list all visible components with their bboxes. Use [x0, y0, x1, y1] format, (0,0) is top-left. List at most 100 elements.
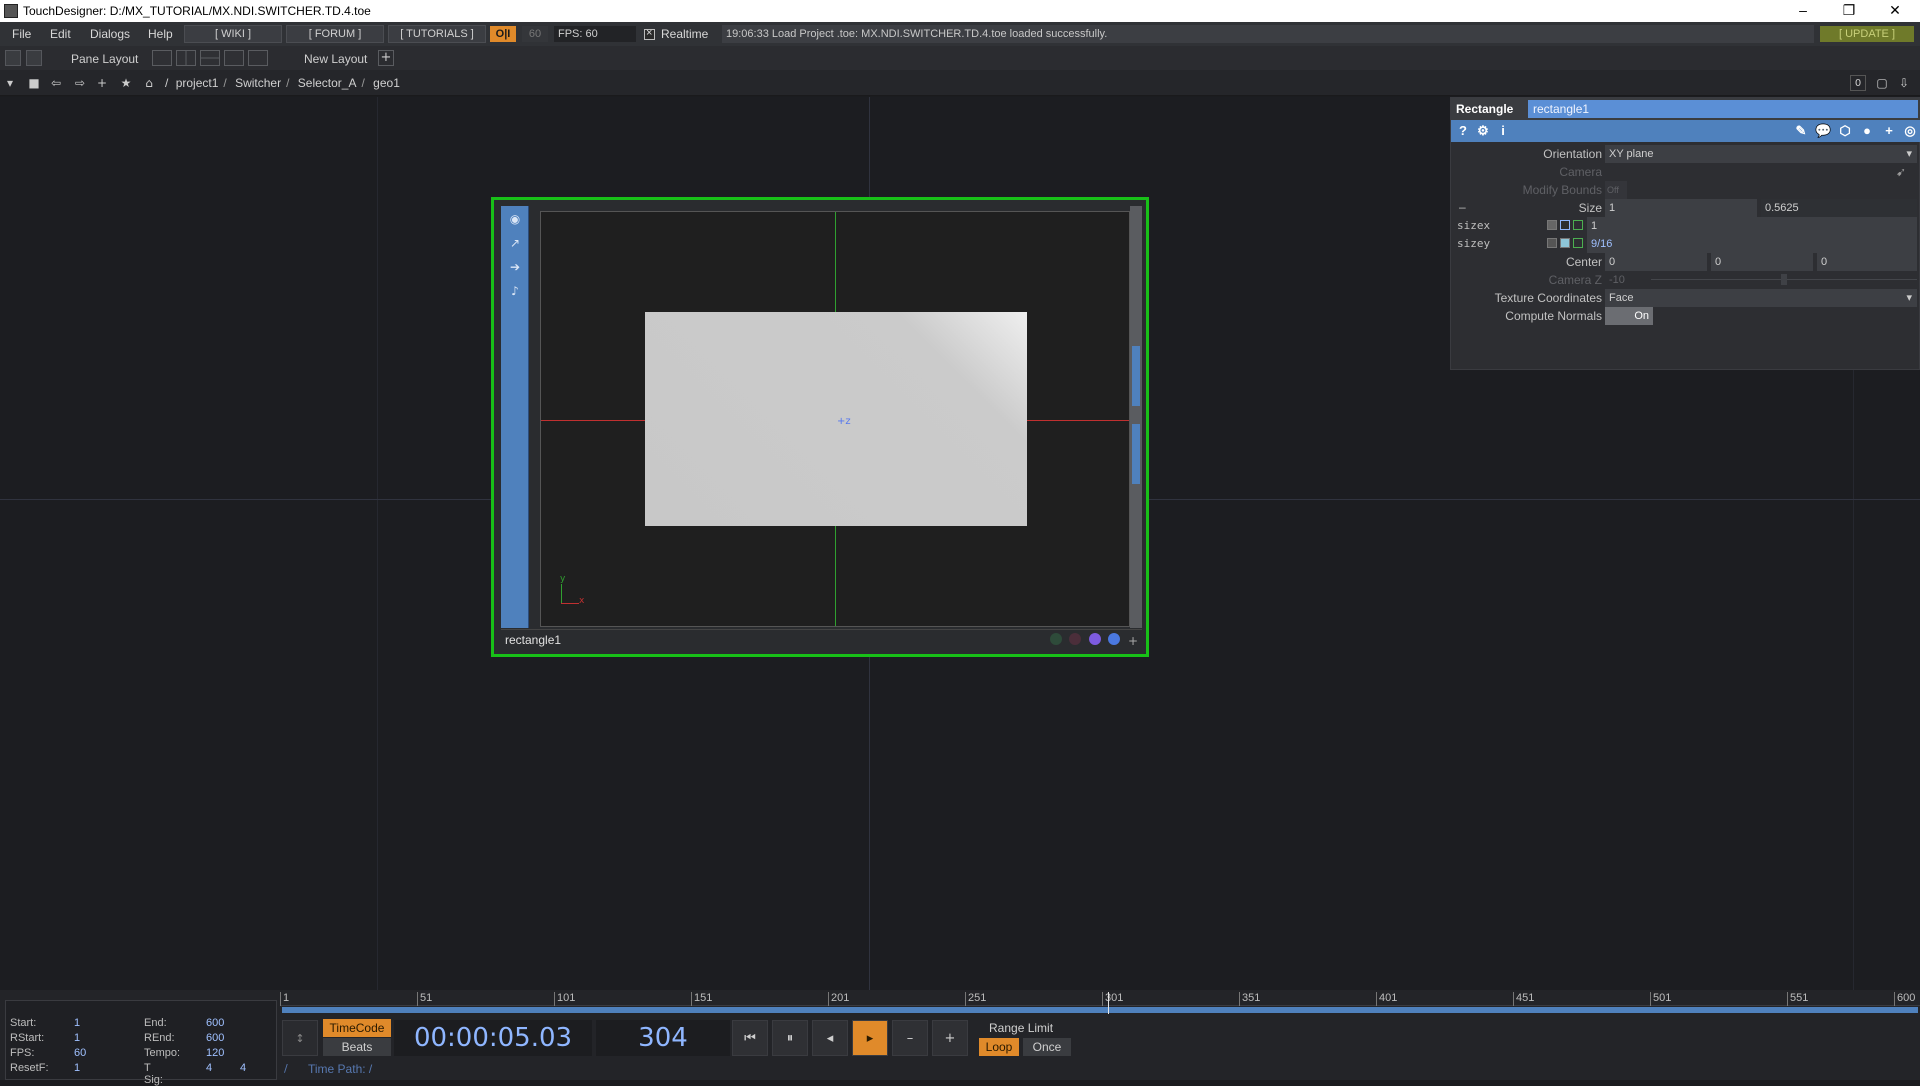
op-name-field[interactable]: rectangle1: [1528, 100, 1918, 118]
viewer-active-icon[interactable]: ◉: [508, 212, 522, 226]
back-arrow-icon[interactable]: ⇦: [48, 75, 64, 91]
flag-dot[interactable]: [1069, 633, 1082, 645]
add-layout-icon[interactable]: +: [378, 50, 394, 66]
step-back-icon[interactable]: ◂: [812, 1020, 848, 1056]
timeline-menu-icon[interactable]: ↕: [282, 1020, 318, 1056]
collapse-icon[interactable]: –: [1459, 200, 1466, 214]
output-connector[interactable]: [1132, 346, 1140, 406]
tsig-value-1[interactable]: 4: [206, 1062, 212, 1074]
menu-help[interactable]: Help: [148, 27, 173, 41]
end-value[interactable]: 600: [206, 1017, 224, 1029]
modify-bounds-toggle[interactable]: Off: [1605, 181, 1627, 199]
bypass-icon[interactable]: ♪: [508, 284, 522, 298]
node-name[interactable]: rectangle1: [505, 633, 561, 647]
breadcrumb-project1[interactable]: project1: [176, 76, 219, 90]
camera-z-field[interactable]: -10: [1605, 271, 1645, 289]
texture-coordinates-dropdown[interactable]: Face: [1605, 289, 1917, 307]
forum-button[interactable]: [ FORUM ]: [286, 25, 384, 43]
mode-export-icon[interactable]: [1573, 220, 1583, 230]
mode-constant-icon[interactable]: [1547, 238, 1557, 248]
layout-split-vertical-icon[interactable]: [176, 50, 196, 66]
add-param-icon[interactable]: +: [1881, 123, 1897, 139]
pause-icon[interactable]: ⏸: [772, 1020, 808, 1056]
step-plus-icon[interactable]: +: [932, 1020, 968, 1056]
add-icon[interactable]: +: [94, 75, 110, 91]
home-icon[interactable]: ⌂: [141, 75, 157, 91]
add-icon[interactable]: +: [1128, 634, 1138, 648]
tutorials-button[interactable]: [ TUTORIALS ]: [388, 25, 486, 43]
edit-icon[interactable]: ✎: [1793, 123, 1809, 139]
rectangle-sop-node[interactable]: ◉ ↗ ➔ ♪ +z y x rectangle1 +: [491, 197, 1149, 657]
tempo-value[interactable]: 120: [206, 1047, 224, 1059]
rstart-value[interactable]: 1: [74, 1032, 80, 1044]
tsig-value-2[interactable]: 4: [240, 1062, 246, 1074]
flag-dot[interactable]: [1108, 633, 1121, 645]
mode-constant-icon[interactable]: [1547, 220, 1557, 230]
play-icon[interactable]: ▸: [852, 1020, 888, 1056]
sizey-field[interactable]: 9/16: [1587, 235, 1917, 253]
node-viewer[interactable]: +z y x: [540, 211, 1130, 627]
fps-value[interactable]: 60: [74, 1047, 86, 1059]
step-minus-icon[interactable]: –: [892, 1020, 928, 1056]
mode-expression-icon[interactable]: [1560, 220, 1570, 230]
center-y-field[interactable]: 0: [1711, 253, 1813, 271]
menu-file[interactable]: File: [12, 27, 31, 41]
restore-button[interactable]: ❐: [1826, 0, 1872, 22]
minimize-button[interactable]: –: [1780, 0, 1826, 22]
realtime-checkbox[interactable]: [644, 27, 655, 40]
wiki-button[interactable]: [ WIKI ]: [184, 25, 282, 43]
center-z-field[interactable]: 0: [1817, 253, 1917, 271]
start-value[interactable]: 1: [74, 1017, 80, 1029]
size-y-field[interactable]: 0.5625: [1761, 199, 1917, 217]
timecode-display[interactable]: 00:00:05.03: [394, 1020, 592, 1056]
breadcrumb-switcher[interactable]: Switcher: [235, 76, 281, 90]
clone-icon[interactable]: ⬡: [1837, 123, 1853, 139]
menu-dialogs[interactable]: Dialogs: [90, 27, 130, 41]
forward-arrow-icon[interactable]: ⇨: [72, 75, 88, 91]
comment-icon[interactable]: 💬: [1815, 123, 1831, 139]
help-icon[interactable]: ?: [1455, 123, 1471, 139]
update-button[interactable]: [ UPDATE ]: [1820, 26, 1914, 42]
mode-export-icon[interactable]: [1573, 238, 1583, 248]
menu-edit[interactable]: Edit: [50, 27, 71, 41]
size-x-field[interactable]: 1: [1605, 199, 1757, 217]
loop-toggle[interactable]: Loop: [979, 1038, 1019, 1056]
python-help-icon[interactable]: ⚙: [1475, 123, 1491, 139]
layout-split-horizontal-icon[interactable]: [200, 50, 220, 66]
timeline-playhead[interactable]: [1108, 992, 1109, 1014]
pane-link-icon[interactable]: [26, 50, 42, 66]
sizex-field[interactable]: 1: [1587, 217, 1917, 235]
target-icon[interactable]: ◎: [1902, 123, 1918, 139]
flag-dot[interactable]: [1088, 633, 1101, 645]
pane-index[interactable]: 0: [1850, 75, 1866, 91]
breadcrumb-geo1[interactable]: geo1: [373, 76, 400, 90]
compute-normals-toggle[interactable]: On: [1605, 307, 1653, 325]
close-button[interactable]: ✕: [1872, 0, 1918, 22]
timeline-range-track[interactable]: [282, 1007, 1918, 1013]
camera-z-slider-handle[interactable]: [1781, 274, 1787, 285]
maximize-pane-icon[interactable]: ▢: [1874, 75, 1890, 91]
resetf-value[interactable]: 1: [74, 1062, 80, 1074]
python-icon[interactable]: ●: [1859, 123, 1875, 139]
stop-icon[interactable]: ■: [26, 75, 42, 91]
perform-mode-toggle[interactable]: O|I: [490, 26, 516, 42]
layout-single-icon[interactable]: [152, 50, 172, 66]
layout-quad-icon[interactable]: [248, 50, 268, 66]
timecode-toggle[interactable]: TimeCode: [323, 1019, 391, 1037]
cook-rate-field[interactable]: 60: [522, 26, 548, 42]
breadcrumb-selector-a[interactable]: Selector_A: [298, 76, 357, 90]
pane-menu-icon[interactable]: ⇩: [1896, 75, 1912, 91]
beats-toggle[interactable]: Beats: [323, 1038, 391, 1056]
center-x-field[interactable]: 0: [1605, 253, 1707, 271]
output-connector[interactable]: [1132, 424, 1140, 484]
layout-three-icon[interactable]: [224, 50, 244, 66]
pointer-icon[interactable]: ➹: [1896, 165, 1906, 179]
chevron-down-icon[interactable]: ▾: [2, 75, 18, 91]
info-icon[interactable]: i: [1495, 123, 1511, 139]
breadcrumb-root[interactable]: /: [165, 76, 168, 90]
rend-value[interactable]: 600: [206, 1032, 224, 1044]
star-icon[interactable]: ★: [118, 75, 134, 91]
once-toggle[interactable]: Once: [1023, 1038, 1071, 1056]
timeline-ruler[interactable]: 1 51 101 151 201 251 301 351 401 451 501…: [280, 990, 1920, 1006]
flag-dot[interactable]: [1049, 633, 1062, 645]
